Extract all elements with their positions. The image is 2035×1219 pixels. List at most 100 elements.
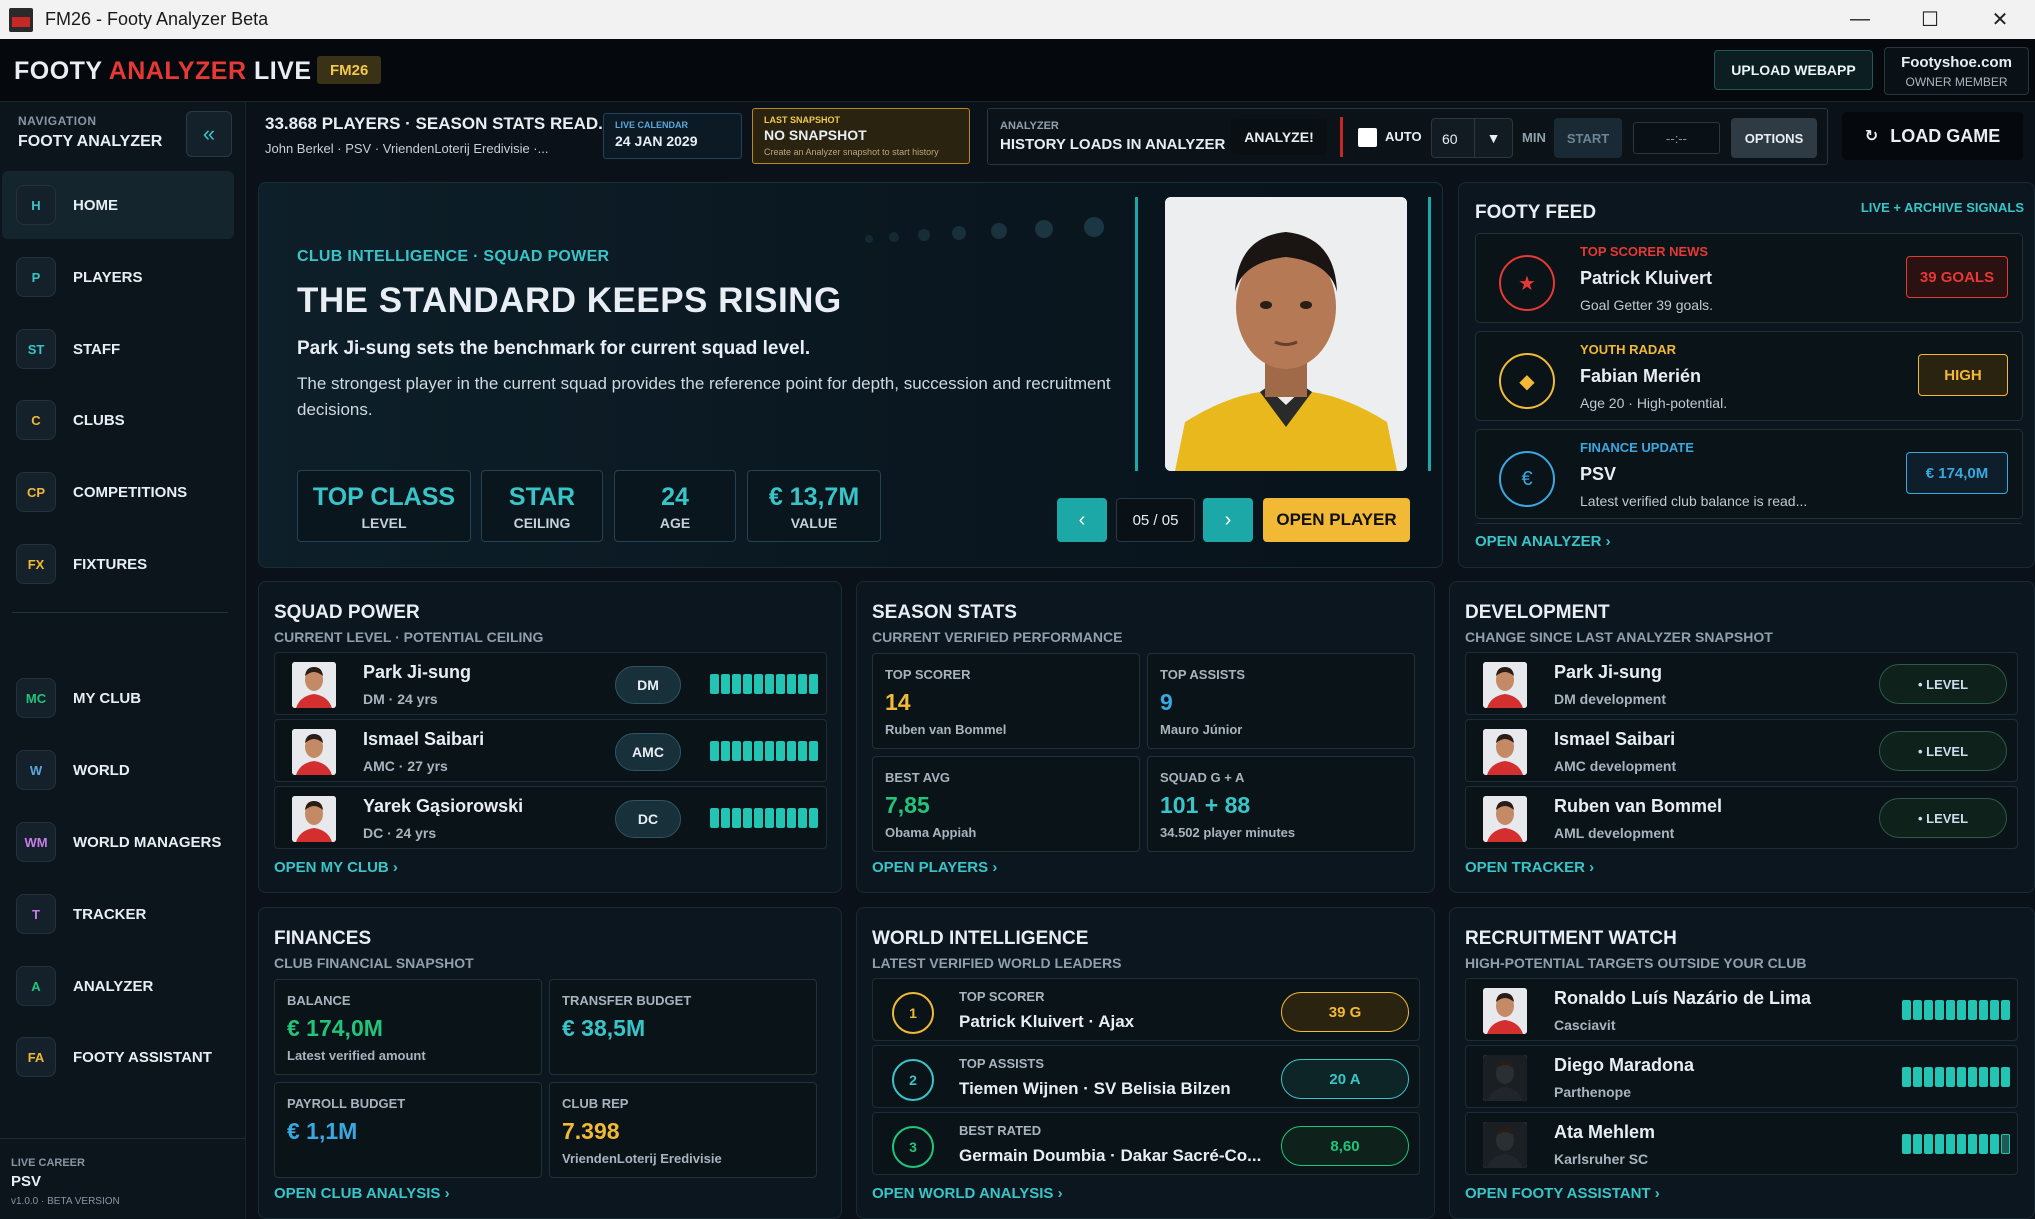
upload-webapp-button[interactable]: UPLOAD WEBAPP [1714,50,1873,90]
potential-bar [710,741,818,761]
sidebar-item-home[interactable]: H HOME [2,171,234,239]
bar-segment [776,741,785,761]
table-row[interactable]: Park Ji-sung DM · 24 yrs DM [274,652,827,715]
bar-segment [1913,1134,1922,1154]
bar-segment [787,741,796,761]
previous-button[interactable]: ‹ [1057,498,1107,542]
table-row[interactable]: 2 TOP ASSISTS Tiemen Wijnen · SV Belisia B… [872,1045,1420,1108]
card-title: FINANCES [274,928,372,949]
stat-value: € 13,7M [768,483,860,511]
open-player-button[interactable]: OPEN PLAYER [1263,498,1410,542]
leader-name: Tiemen Wijnen · SV Belisia Bilzen [959,1079,1231,1098]
sidebar-item-label: STAFF [73,340,121,358]
slide-counter: 05 / 05 [1116,498,1195,542]
nav-code-icon: FA [16,1037,56,1077]
table-row[interactable]: Diego Maradona Parthenope [1465,1045,2018,1108]
stat-value-box: € 13,7M VALUE [747,470,881,542]
start-button[interactable]: START [1554,118,1622,158]
sidebar-item-analyzer[interactable]: A ANALYZER [2,952,234,1020]
table-row[interactable]: Ronaldo Luís Nazário de Lima Casciavit [1465,978,2018,1041]
nav-code-icon: CP [16,472,56,512]
feed-badge: 39 GOALS [1906,256,2008,298]
bar-segment [798,808,807,828]
feed-item[interactable]: ★ TOP SCORER NEWS Patrick Kluivert Goal Get… [1475,233,2023,323]
sidebar-item-footy-assistant[interactable]: FA FOOTY ASSISTANT [2,1023,234,1091]
bar-segment [1979,1134,1988,1154]
sidebar-item-world-managers[interactable]: WM WORLD MANAGERS [2,808,234,876]
table-row[interactable]: Ruben van Bommel AML development • LEVEL [1465,786,2018,849]
sidebar-item-label: PLAYERS [73,268,143,286]
analyzer-controls: ANALYZER HISTORY LOADS IN ANALYZER ANALY… [987,108,1828,165]
analyze-button[interactable]: ANALYZE! [1231,119,1327,155]
interval-value: 60 [1442,131,1458,147]
open-footy-assistant-link[interactable]: OPEN FOOTY ASSISTANT › [1465,1185,1660,1202]
table-row[interactable]: 1 TOP SCORER Patrick Kluivert · Ajax 39 G [872,978,1420,1041]
bar-segment [1968,1000,1977,1020]
close-icon[interactable]: ✕ [1965,0,2035,39]
table-row[interactable]: Ata Mehlem Karlsruher SC [1465,1112,2018,1175]
sidebar-item-tracker[interactable]: T TRACKER [2,880,234,948]
footy-feed-panel: FOOTY FEED LIVE + ARCHIVE SIGNALS ★ TOP S… [1458,182,2035,568]
open-tracker-link[interactable]: OPEN TRACKER › [1465,859,1594,876]
level-badge: • LEVEL [1879,798,2007,838]
player-photo[interactable] [1165,197,1407,471]
feed-item[interactable]: € FINANCE UPDATE PSV Latest verified club b… [1475,429,2023,519]
options-button[interactable]: OPTIONS [1731,118,1817,158]
sidebar-item-clubs[interactable]: C CLUBS [2,386,234,454]
sidebar-item-my-club[interactable]: MC MY CLUB [2,664,234,732]
card-title: SEASON STATS [872,602,1017,623]
auto-label: AUTO [1385,129,1422,144]
feed-item[interactable]: ◆ YOUTH RADAR Fabian Merién Age 20 · High-p… [1475,331,2023,421]
minimize-icon[interactable]: — [1825,0,1895,39]
table-row[interactable]: 3 BEST RATED Germain Doumbia · Dakar Sacré… [872,1112,1420,1175]
stat-label: CEILING [513,515,571,531]
owner-member-box[interactable]: Footyshoe.com OWNER MEMBER [1884,47,2029,95]
open-club-analysis-link[interactable]: OPEN CLUB ANALYSIS › [274,1185,450,1202]
stat-tile-squad-g-a: SQUAD G + A 101 + 88 34.502 player minutes [1147,756,1415,852]
leader-value-badge: 39 G [1281,992,1409,1032]
sidebar-item-world[interactable]: W WORLD [2,736,234,804]
bar-segment [809,741,818,761]
table-row[interactable]: Park Ji-sung DM development • LEVEL [1465,652,2018,715]
feed-kicker: YOUTH RADAR [1580,342,1677,357]
bar-segment [1924,1000,1933,1020]
table-row[interactable]: Ismael Saibari AMC · 27 yrs AMC [274,719,827,782]
player-club: Casciavit [1554,1017,1616,1033]
table-row[interactable]: Ismael Saibari AMC development • LEVEL [1465,719,2018,782]
rank-badge: 2 [892,1059,934,1101]
tile-value: 7.398 [562,1118,620,1144]
table-row[interactable]: Yarek Gąsiorowski DC · 24 yrs DC [274,786,827,849]
chevron-down-icon[interactable]: ▼ [1474,119,1512,157]
sidebar-item-staff[interactable]: ST STAFF [2,315,234,383]
feed-description: Goal Getter 39 goals. [1580,297,1714,313]
open-world-analysis-link[interactable]: OPEN WORLD ANALYSIS › [872,1185,1063,1202]
career-club: PSV [11,1173,42,1190]
bar-segment [1957,1067,1966,1087]
load-game-button[interactable]: ↻ LOAD GAME [1842,112,2023,160]
nav-code-icon: FX [16,544,56,584]
tile-value: € 38,5M [562,1015,646,1041]
interval-select[interactable]: 60 ▼ [1431,118,1513,158]
sidebar-item-fixtures[interactable]: FX FIXTURES [2,530,234,598]
bar-segment [765,674,774,694]
leader-name: Germain Doumbia · Dakar Sacré-Co... [959,1146,1262,1165]
open-analyzer-link[interactable]: OPEN ANALYZER › [1475,533,1611,550]
open-players-link[interactable]: OPEN PLAYERS › [872,859,997,876]
analyzer-status: HISTORY LOADS IN ANALYZER [1000,136,1226,153]
tile-detail: 34.502 player minutes [1160,825,1296,840]
avatar [1483,1055,1527,1101]
bar-segment [1935,1067,1944,1087]
next-button[interactable]: › [1203,498,1253,542]
bar-segment [732,741,741,761]
maximize-icon[interactable]: ☐ [1895,0,1965,39]
sidebar-item-players[interactable]: P PLAYERS [2,243,234,311]
player-name: Diego Maradona [1554,1055,1695,1075]
nav-code-icon: P [16,257,56,297]
auto-checkbox[interactable] [1358,128,1377,147]
sidebar-item-competitions[interactable]: CP COMPETITIONS [2,458,234,526]
bar-segment [1902,1134,1911,1154]
open-my-club-link[interactable]: OPEN MY CLUB › [274,859,398,876]
collapse-sidebar-button[interactable]: « [186,111,232,157]
bar-segment [776,674,785,694]
feed-name: Fabian Merién [1580,366,1702,386]
